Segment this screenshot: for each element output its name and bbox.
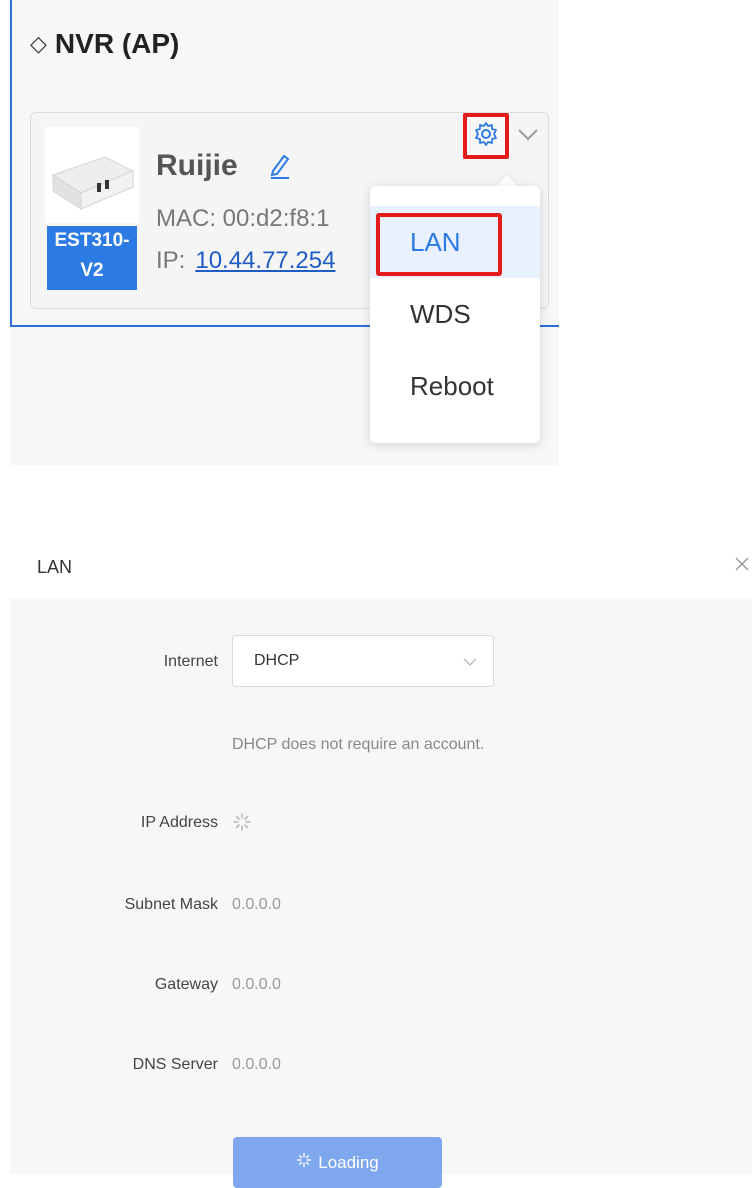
ip-address: IP: 10.44.77.254: [156, 247, 366, 275]
internet-select-value: DHCP: [254, 652, 300, 669]
menu-item-wds[interactable]: WDS: [370, 278, 540, 350]
ip-address-label: IP Address: [140, 814, 218, 831]
mac-value: 00:d2:f8:1: [222, 205, 330, 232]
loading-button[interactable]: Loading: [233, 1137, 442, 1188]
spinner-icon: [232, 812, 252, 837]
edit-icon[interactable]: [267, 151, 293, 184]
settings-gear-button[interactable]: [463, 113, 509, 159]
section-title-text: NVR (AP): [54, 28, 180, 59]
spinner-icon: [296, 1152, 312, 1173]
device-name: Ruijie: [156, 149, 238, 182]
dialog-title: LAN: [37, 557, 73, 577]
ip-link[interactable]: 10.44.77.254: [195, 247, 335, 274]
internet-select[interactable]: DHCP: [232, 635, 494, 687]
device-image: [45, 127, 139, 223]
menu-item-reboot[interactable]: Reboot: [370, 350, 540, 422]
dhcp-hint: DHCP does not require an account.: [232, 736, 485, 753]
dialog-header: [0, 540, 752, 598]
diamond-icon: ◇: [30, 31, 47, 56]
close-icon[interactable]: [735, 557, 749, 576]
gateway-value: 0.0.0.0: [232, 976, 281, 993]
mac-address: MAC: 00:d2:f8:1: [156, 205, 366, 233]
model-line-1: EST310-: [54, 230, 130, 251]
ip-label: IP:: [156, 247, 186, 274]
panel-accent-bar: [10, 0, 12, 325]
lan-highlight-box: [376, 213, 502, 276]
dns-server-value: 0.0.0.0: [232, 1056, 281, 1073]
chevron-down-icon: [463, 654, 477, 672]
model-line-2: V2: [80, 260, 104, 281]
chevron-down-icon[interactable]: [517, 128, 539, 147]
mac-label: MAC:: [156, 205, 216, 232]
subnet-mask-value: 0.0.0.0: [232, 896, 281, 913]
dns-server-label: DNS Server: [132, 1056, 218, 1073]
subnet-mask-label: Subnet Mask: [124, 896, 218, 913]
loading-label: Loading: [318, 1152, 379, 1172]
lan-dialog: LAN Internet DHCP DHCP does not require …: [0, 540, 752, 1174]
model-badge: EST310- V2: [47, 226, 137, 290]
internet-label: Internet: [163, 653, 218, 670]
gear-icon: [473, 121, 499, 152]
section-title: ◇ NVR (AP): [30, 28, 179, 60]
gateway-label: Gateway: [154, 976, 218, 993]
